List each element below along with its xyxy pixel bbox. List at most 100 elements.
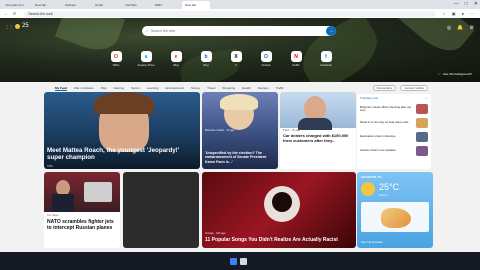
- hair-shape: [94, 92, 154, 114]
- quick-link-icon: a: [140, 51, 152, 62]
- trending-item-title: Evacuation orders in Europe: [360, 134, 396, 139]
- quick-link[interactable]: f Facebook: [318, 51, 334, 67]
- favorites-icon[interactable]: ☆: [442, 11, 446, 16]
- rewards-icon[interactable]: ◎: [447, 25, 451, 31]
- browser-tab[interactable]: Gmail: [92, 1, 120, 9]
- notifications-icon[interactable]: 🔔: [457, 25, 463, 31]
- browser-tab[interactable]: New tab: [32, 1, 60, 9]
- hero-banner: ⋮⋮ 25 ⌕ Search the web → ◎ 🔔 ⚙ O Office a A…: [0, 18, 480, 82]
- weather-widget[interactable]: ⋮⋮ 25: [5, 23, 29, 29]
- trending-thumbnail: [416, 146, 428, 156]
- quick-link-label: Netflix: [292, 64, 300, 67]
- search-icon: ⌕: [146, 29, 148, 33]
- trending-item-title: Bodycam shows officer shooting after car…: [360, 104, 412, 112]
- trending-thumbnail: [416, 104, 428, 114]
- temperature: 25: [22, 23, 29, 29]
- quick-link-label: Outlook: [261, 64, 271, 67]
- taskbar-app-icon[interactable]: [240, 258, 247, 265]
- personalize-button[interactable]: Personalize: [372, 85, 397, 91]
- category-tab[interactable]: Entertainment: [165, 86, 184, 90]
- trending-header: Trending now: [360, 96, 379, 100]
- url-field[interactable]: Search the web: [24, 10, 437, 17]
- quick-link[interactable]: XX: [228, 51, 244, 67]
- trending-item[interactable]: Relief is on the way as heat wave ends: [357, 116, 431, 130]
- quick-link[interactable]: e eBay: [168, 51, 184, 67]
- quick-link-label: Bing: [203, 64, 209, 67]
- close-window-button[interactable]: ✕: [474, 1, 478, 7]
- category-tab[interactable]: Gaming: [114, 86, 125, 90]
- trending-item[interactable]: Evacuation orders in Europe: [357, 130, 431, 144]
- browser-tab[interactable]: MSN: [152, 1, 180, 9]
- trending-item[interactable]: Bodycam shows officer shooting after car…: [357, 102, 431, 116]
- trending-item[interactable]: Houston Storm Live Updates: [357, 144, 431, 158]
- back-icon[interactable]: ←: [4, 11, 8, 16]
- main-story-card[interactable]: Meet Mattea Roach, the youngest 'Jeopard…: [44, 92, 200, 169]
- video-placeholder-card[interactable]: [123, 172, 199, 248]
- hair-shape-2: [220, 94, 258, 110]
- category-tab[interactable]: Travel: [207, 86, 215, 90]
- nato-source: Fox News: [47, 214, 59, 217]
- story-card-3[interactable]: Patch · 3h ago Car dealers charged with …: [280, 92, 356, 169]
- quick-link-icon: b: [200, 51, 212, 62]
- like-background-label: Like this background?: [442, 72, 472, 76]
- category-tab[interactable]: Play: [101, 86, 107, 90]
- nato-title: NATO scrambles fighter jets to intercept…: [47, 219, 114, 231]
- weather-desc: Sunny: [379, 193, 388, 197]
- category-tab[interactable]: Sports: [131, 86, 140, 90]
- browser-tab[interactable]: New tab: [182, 0, 210, 9]
- browser-tab-bar: microsoft.com New tab Settings Gmail YouTube…: [0, 0, 480, 9]
- quick-link[interactable]: O Outlook: [258, 51, 274, 67]
- quick-link[interactable]: b Bing: [198, 51, 214, 67]
- quick-links: O Office a Amazon Prime e eBay b Bing X X O Outlook…: [108, 51, 334, 67]
- like-background-link[interactable]: ♡ Like this background?: [438, 72, 472, 76]
- more-options-icon[interactable]: ⋯: [425, 96, 428, 100]
- browser-tab[interactable]: YouTube: [122, 1, 150, 9]
- sun-icon: [15, 23, 20, 29]
- quick-link[interactable]: a Amazon Prime: [138, 51, 155, 67]
- story-3-title: Car dealers charged with $100,000 from c…: [283, 133, 349, 143]
- songs-story-card[interactable]: Grunge · 22h ago 11 Popular Songs You Di…: [202, 172, 356, 248]
- quick-link-label: eBay: [173, 64, 179, 67]
- hood-eye-shape: [272, 192, 292, 212]
- quick-link-icon: f: [320, 51, 332, 62]
- category-tab[interactable]: War in Ukraine: [74, 86, 94, 90]
- apps-grid-icon[interactable]: ⋮⋮: [5, 24, 13, 29]
- category-tab[interactable]: Shopping: [222, 86, 235, 90]
- quick-link-icon: O: [110, 51, 122, 62]
- menu-icon[interactable]: ⋯: [470, 11, 474, 16]
- main-story-title: Meet Mattea Roach, the youngest 'Jeopard…: [47, 147, 180, 161]
- start-icon[interactable]: [230, 258, 237, 265]
- quick-link-label: Office: [112, 64, 120, 67]
- nato-story-card[interactable]: Fox News NATO scrambles fighter jets to …: [44, 172, 120, 248]
- weather-card[interactable]: HOUSTON, TX 25°C Sunny See full forecast: [357, 172, 433, 248]
- settings-icon[interactable]: ⚙: [470, 25, 474, 31]
- category-tab[interactable]: Traffic: [276, 86, 284, 90]
- search-submit-button[interactable]: →: [326, 26, 336, 36]
- refresh-icon[interactable]: ⟳: [13, 11, 16, 16]
- category-tab[interactable]: My Feed: [55, 86, 68, 91]
- nato-photo: [44, 172, 120, 212]
- collections-icon[interactable]: ▣: [452, 11, 456, 16]
- browser-tab[interactable]: Settings: [62, 1, 90, 9]
- trending-panel: Trending now ⋯ Bodycam shows officer sho…: [357, 94, 431, 169]
- quick-link[interactable]: O Office: [108, 51, 124, 67]
- profile-icon[interactable]: ●: [462, 11, 464, 16]
- category-tab[interactable]: Recipes: [258, 86, 269, 90]
- search-placeholder: Search the web: [150, 29, 176, 33]
- maximize-button[interactable]: □: [465, 1, 468, 7]
- forecast-link[interactable]: See full forecast: [361, 240, 383, 244]
- story-card-2[interactable]: Business Insider · 1h ago 'Unspecified b…: [202, 92, 278, 169]
- category-tab[interactable]: Money: [191, 86, 200, 90]
- quick-link-label: X: [235, 64, 237, 67]
- category-tab[interactable]: Learning: [147, 86, 159, 90]
- search-input[interactable]: ⌕ Search the web →: [142, 26, 336, 36]
- minimize-button[interactable]: —: [454, 1, 459, 7]
- main-story-source: CNN: [47, 164, 53, 168]
- heart-icon: ♡: [438, 72, 441, 76]
- weather-forecast-map: [361, 202, 429, 232]
- trending-thumbnail: [416, 132, 428, 142]
- category-tab[interactable]: Health: [242, 86, 251, 90]
- browser-tab[interactable]: microsoft.com: [2, 1, 30, 9]
- quick-link[interactable]: N Netflix: [288, 51, 304, 67]
- content-visible-dropdown[interactable]: Content visible: [400, 85, 428, 91]
